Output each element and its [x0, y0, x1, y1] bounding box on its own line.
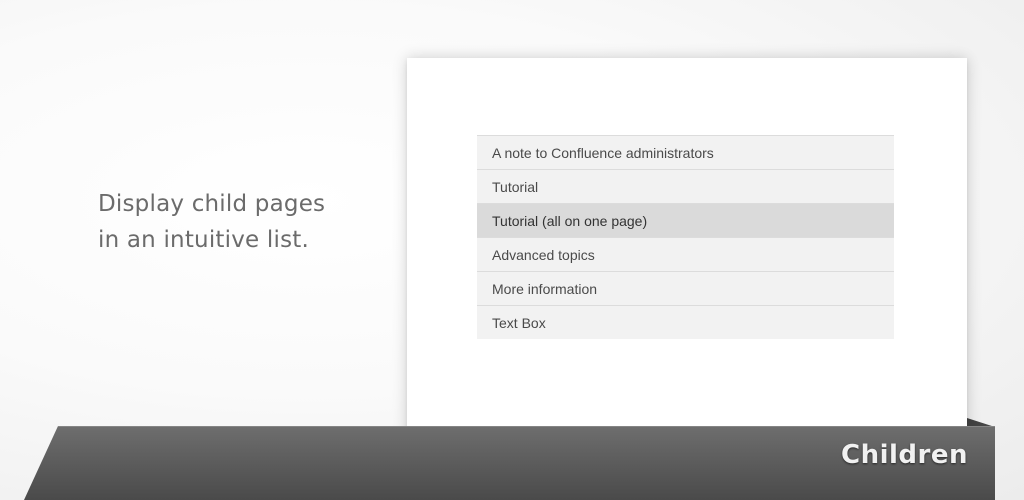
title-banner: Children: [0, 418, 1024, 500]
child-page-item[interactable]: A note to Confluence administrators: [477, 136, 894, 170]
tagline-line-2: in an intuitive list.: [98, 227, 309, 253]
child-page-item[interactable]: Text Box: [477, 306, 894, 339]
child-pages-list: A note to Confluence administrators Tuto…: [477, 135, 894, 339]
tagline-line-1: Display child pages: [98, 191, 326, 217]
child-page-item[interactable]: Advanced topics: [477, 238, 894, 272]
preview-card: A note to Confluence administrators Tuto…: [407, 58, 967, 438]
banner-title: Children: [841, 440, 968, 470]
child-page-item[interactable]: Tutorial (all on one page): [477, 204, 894, 238]
child-page-item[interactable]: More information: [477, 272, 894, 306]
child-page-item[interactable]: Tutorial: [477, 170, 894, 204]
tagline: Display child pages in an intuitive list…: [98, 186, 378, 258]
